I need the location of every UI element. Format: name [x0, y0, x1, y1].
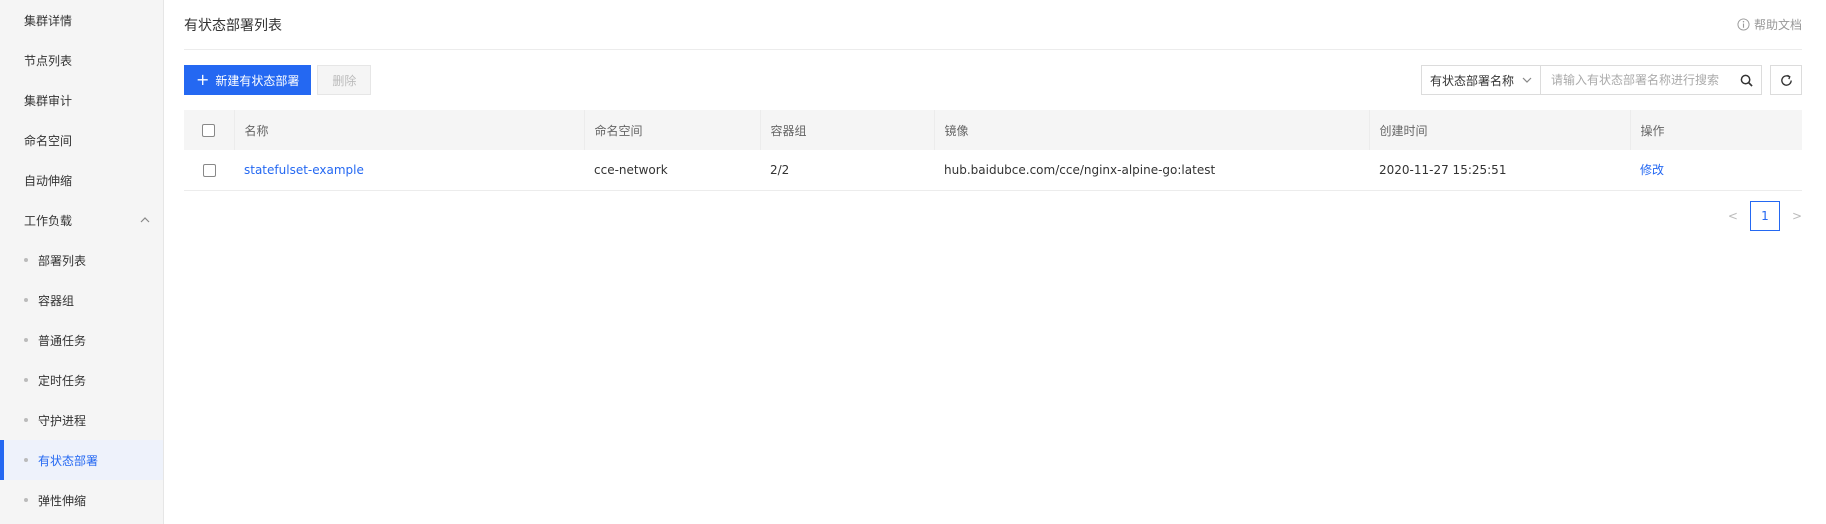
image-cell: hub.baidubce.com/cce/nginx-alpine-go:lat… — [934, 150, 1369, 191]
create-statefulset-button[interactable]: + 新建有状态部署 — [184, 65, 312, 95]
chevron-down-icon — [1522, 77, 1532, 83]
create-button-label: 新建有状态部署 — [215, 73, 300, 88]
row-checkbox[interactable] — [202, 163, 216, 177]
search-input[interactable] — [1541, 66, 1731, 94]
column-header-actions: 操作 — [1640, 123, 1665, 138]
sidebar-item-cluster-detail[interactable]: 集群详情 — [0, 0, 163, 40]
bullet-dot-icon — [24, 338, 28, 342]
info-icon — [1737, 18, 1750, 31]
search-field-label: 有状态部署名称 — [1429, 73, 1514, 88]
sidebar-item-label: 部署列表 — [38, 253, 87, 268]
sidebar-item-label: 弹性伸缩 — [38, 493, 87, 508]
search-field-select[interactable]: 有状态部署名称 — [1422, 66, 1541, 94]
sidebar-item-statefulsets[interactable]: 有状态部署 — [0, 440, 163, 480]
bullet-dot-icon — [24, 258, 28, 262]
column-header-pods: 容器组 — [760, 110, 935, 150]
select-all-cell — [184, 110, 235, 150]
sidebar-item-hpa[interactable]: 弹性伸缩 — [0, 480, 163, 520]
sidebar-item-label: 普通任务 — [38, 333, 87, 348]
sidebar: 集群详情 节点列表 集群审计 命名空间 自动伸缩 工作负载 部署列表 容器组 普… — [0, 0, 164, 524]
sidebar-item-autoscale[interactable]: 自动伸缩 — [0, 160, 163, 200]
sidebar-item-label: 自动伸缩 — [24, 173, 73, 188]
edit-link[interactable]: 修改 — [1640, 163, 1664, 177]
row-select-cell — [184, 150, 234, 191]
page-header: 有状态部署列表 帮助文档 — [184, 0, 1802, 50]
search-box: 有状态部署名称 — [1420, 65, 1762, 95]
table-header-row: 名称 命名空间 容器组 镜像 创建时间 操作 — [184, 110, 1802, 150]
sidebar-item-deployments[interactable]: 部署列表 — [0, 240, 163, 280]
main-content: 有状态部署列表 帮助文档 + 新建有状态部署 删除 有状态部署名称 请输入有状态… — [164, 0, 1826, 524]
bullet-dot-icon — [24, 498, 28, 502]
column-header-created: 创建时间 — [1369, 110, 1631, 150]
delete-button[interactable]: 删除 — [317, 65, 372, 95]
help-docs-link[interactable]: 帮助文档 — [1737, 16, 1802, 33]
sidebar-item-label: 定时任务 — [38, 373, 87, 388]
page-title: 有状态部署列表 — [184, 17, 282, 34]
statefulset-name-cell: statefulset-example — [234, 150, 584, 191]
column-header-name: 名称 — [234, 110, 585, 150]
next-page-button[interactable]: > — [1792, 209, 1802, 223]
bullet-dot-icon — [24, 378, 28, 382]
app-root: 集群详情 节点列表 集群审计 命名空间 自动伸缩 工作负载 部署列表 容器组 普… — [0, 0, 1826, 524]
sidebar-item-label: 守护进程 — [38, 413, 87, 428]
sidebar-item-cluster-audit[interactable]: 集群审计 — [0, 80, 163, 120]
namespace-cell: cce-network — [584, 150, 760, 191]
column-header-image: 镜像 — [934, 110, 1370, 150]
sidebar-item-label: 集群审计 — [24, 93, 73, 108]
sidebar-item-daemonsets[interactable]: 守护进程 — [0, 400, 163, 440]
prev-page-button[interactable]: < — [1728, 209, 1738, 223]
sidebar-item-label: 节点列表 — [24, 53, 73, 68]
sidebar-item-label: 命名空间 — [24, 133, 73, 148]
sidebar-item-pods[interactable]: 容器组 — [0, 280, 163, 320]
column-header-namespace: 命名空间 — [584, 110, 761, 150]
select-all-checkbox[interactable] — [202, 124, 216, 137]
pagination: < 1 > — [184, 200, 1802, 231]
pods-cell: 2/2 — [760, 150, 934, 191]
bullet-dot-icon — [24, 418, 28, 422]
page-number-button[interactable]: 1 — [1749, 200, 1780, 231]
bullet-dot-icon — [24, 298, 28, 302]
refresh-button[interactable] — [1770, 65, 1802, 95]
sidebar-group-workloads[interactable]: 工作负载 — [0, 200, 163, 240]
toolbar-actions: + 新建有状态部署 删除 — [184, 65, 372, 95]
statefulset-table: 名称 命名空间 容器组 镜像 创建时间 操作 statefulset-examp… — [184, 110, 1802, 191]
sidebar-item-node-list[interactable]: 节点列表 — [0, 40, 163, 80]
search-icon — [1740, 74, 1753, 87]
plus-icon: + — [196, 70, 210, 89]
sidebar-group-label: 工作负载 — [24, 213, 73, 228]
statefulset-name-link[interactable]: statefulset-example — [244, 163, 364, 177]
search-button[interactable] — [1731, 66, 1761, 94]
sidebar-item-cronjobs[interactable]: 定时任务 — [0, 360, 163, 400]
refresh-icon — [1780, 74, 1792, 86]
sidebar-item-namespace[interactable]: 命名空间 — [0, 120, 163, 160]
action-cell: 修改 — [1630, 150, 1802, 191]
chevron-up-icon — [140, 217, 150, 223]
bullet-dot-icon — [24, 458, 28, 462]
table-row: statefulset-example cce-network 2/2 hub.… — [184, 150, 1802, 191]
sidebar-item-label: 容器组 — [38, 293, 75, 308]
sidebar-item-label: 有状态部署 — [38, 453, 99, 468]
help-docs-label: 帮助文档 — [1753, 18, 1802, 32]
search-tools: 有状态部署名称 — [1420, 65, 1802, 95]
sidebar-item-label: 集群详情 — [24, 13, 73, 28]
sidebar-item-jobs[interactable]: 普通任务 — [0, 320, 163, 360]
created-time-cell: 2020-11-27 15:25:51 — [1369, 150, 1630, 191]
toolbar: + 新建有状态部署 删除 有状态部署名称 — [184, 50, 1802, 110]
